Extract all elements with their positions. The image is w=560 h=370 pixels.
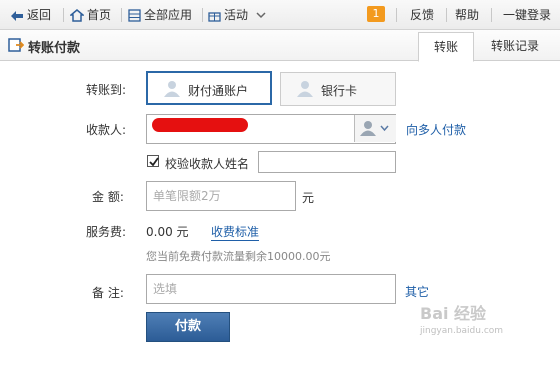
divider: [396, 8, 397, 22]
contact-user-icon: [360, 121, 376, 136]
feedback-link[interactable]: 反馈: [410, 0, 434, 30]
tab-transfer-records[interactable]: 转账记录: [480, 32, 550, 62]
back-button[interactable]: 返回: [10, 0, 51, 30]
baidu-jingyan-watermark: Bai 经验 jingyan.baidu.com: [420, 300, 503, 336]
fee-label: 服务费:: [86, 225, 127, 239]
note-input[interactable]: 选填: [146, 274, 396, 304]
check-icon: [149, 157, 159, 167]
payee-name-input[interactable]: [258, 151, 396, 173]
divider: [63, 8, 64, 22]
tenpay-account-label: 财付通账户: [188, 84, 249, 98]
bank-card-option[interactable]: 银行卡: [280, 72, 396, 106]
note-label: 备 注:: [92, 286, 124, 300]
pay-button[interactable]: 付款: [146, 312, 230, 342]
activity-menu[interactable]: 活动: [208, 0, 269, 30]
home-label: 首页: [87, 8, 112, 22]
amount-label: 金 额:: [92, 190, 124, 204]
fee-standard-link[interactable]: 收费标准: [211, 223, 260, 241]
activity-label: 活动: [224, 8, 249, 22]
amount-input[interactable]: 单笔限额2万: [146, 181, 296, 211]
divider: [202, 8, 203, 22]
gift-icon: [208, 12, 221, 22]
chevron-down-icon: [256, 12, 266, 19]
transfer-icon: [8, 38, 24, 52]
all-apps-label: 全部应用: [144, 8, 193, 22]
watermark-text: Bai 经验: [420, 304, 487, 323]
chevron-down-icon: [380, 125, 389, 132]
watermark-url: jingyan.baidu.com: [420, 326, 504, 336]
transfer-to-label: 转账到:: [86, 83, 127, 97]
divider: [446, 8, 447, 22]
free-quota-hint: 您当前免费付款流量剩余10000.00元: [146, 250, 331, 263]
grid-icon: [128, 9, 141, 22]
back-arrow-icon: [11, 11, 23, 21]
contacts-dropdown[interactable]: [354, 115, 396, 142]
tenpay-account-option[interactable]: 财付通账户: [146, 71, 272, 105]
payee-label: 收款人:: [86, 123, 127, 137]
notification-badge[interactable]: 1: [367, 6, 385, 22]
divider: [491, 8, 492, 22]
all-apps-button[interactable]: 全部应用: [128, 0, 192, 30]
divider: [121, 8, 122, 22]
bank-card-label: 银行卡: [321, 84, 358, 98]
verify-name-checkbox[interactable]: [147, 155, 159, 167]
help-link[interactable]: 帮助: [455, 0, 479, 30]
user-icon: [297, 81, 313, 97]
user-icon: [164, 81, 180, 97]
redacted-payee-name: [152, 118, 248, 132]
top-navigation-bar: 返回 首页 全部应用 活动 1 反馈 帮助 一键登录: [0, 0, 560, 30]
other-link[interactable]: 其它: [405, 283, 429, 300]
page-title: 转账付款: [28, 41, 81, 56]
fee-value: 0.00 元: [146, 225, 189, 239]
multi-payee-link[interactable]: 向多人付款: [406, 121, 466, 138]
tab-transfer[interactable]: 转账: [418, 32, 474, 62]
page-header: [0, 30, 560, 61]
back-label: 返回: [27, 8, 52, 22]
amount-unit: 元: [302, 191, 315, 205]
home-icon: [68, 9, 86, 22]
one-click-login-link[interactable]: 一键登录: [503, 0, 551, 30]
verify-name-label: 校验收款人姓名: [165, 157, 250, 171]
home-button[interactable]: 首页: [68, 0, 112, 30]
